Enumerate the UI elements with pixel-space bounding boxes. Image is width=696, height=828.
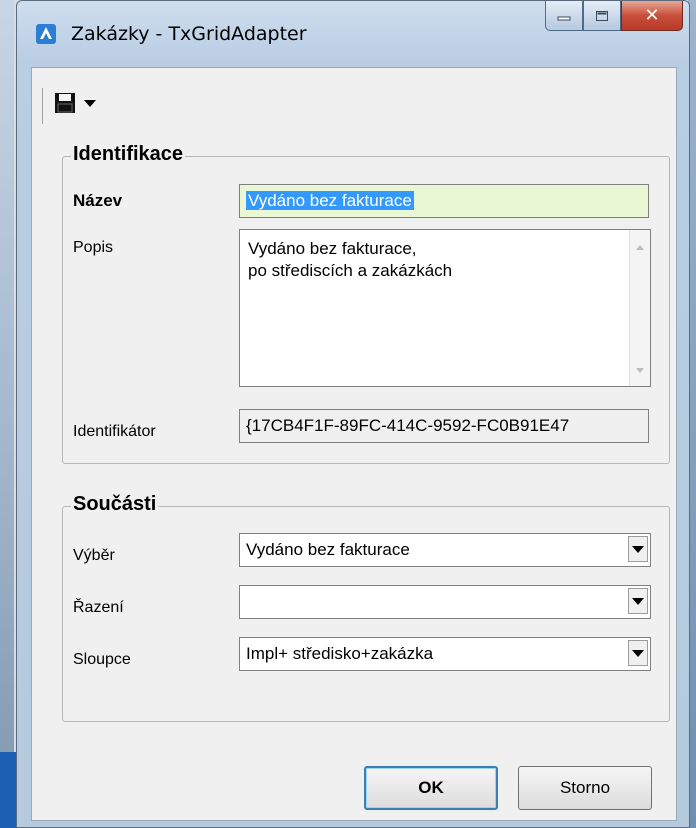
toolbar-separator [42, 88, 43, 124]
minimize-icon [557, 16, 571, 20]
close-icon: ✕ [644, 5, 660, 26]
razeni-dropdown-button[interactable] [628, 588, 648, 614]
dialog-window: Zakázky - TxGridAdapter ✕ Identifikace N… [16, 0, 690, 828]
identifikator-field[interactable]: {17CB4F1F-89FC-414C-9592-FC0B91E47 [239, 409, 649, 443]
popis-line-2: po střediscích a zakázkách [248, 261, 453, 280]
popis-scrollbar[interactable] [629, 230, 650, 386]
sloupce-select[interactable]: Impl+ středisko+zakázka [239, 637, 651, 671]
nazev-field[interactable]: Vydáno bez fakturace [239, 184, 649, 218]
minimize-button[interactable] [545, 1, 583, 31]
sloupce-value: Impl+ středisko+zakázka [246, 644, 434, 663]
razeni-select[interactable] [239, 585, 651, 619]
vyber-value: Vydáno bez fakturace [246, 540, 410, 559]
caption-buttons: ✕ [545, 1, 683, 33]
vyber-label: Výběr [73, 547, 115, 564]
chevron-down-icon [632, 649, 644, 657]
identifikace-title: Identifikace [71, 143, 186, 166]
maximize-button[interactable] [583, 1, 621, 31]
floppy-disk-icon[interactable] [54, 92, 76, 114]
cancel-button[interactable]: Storno [518, 766, 652, 810]
identifikator-value: {17CB4F1F-89FC-414C-9592-FC0B91E47 [246, 416, 570, 435]
razeni-label: Řazení [73, 599, 124, 616]
scroll-up-icon[interactable] [630, 238, 650, 258]
vyber-select[interactable]: Vydáno bez fakturace [239, 533, 651, 567]
soucasti-group: Součásti Výběr Vydáno bez fakturace Řaze… [62, 493, 670, 722]
sloupce-label: Sloupce [73, 651, 131, 668]
soucasti-title: Součásti [71, 493, 159, 516]
popis-line-1: Vydáno bez fakturace, [248, 239, 417, 258]
title-bar[interactable]: Zakázky - TxGridAdapter ✕ [17, 1, 689, 67]
ok-button[interactable]: OK [364, 766, 498, 810]
maximize-icon [596, 10, 608, 21]
dialog-client-area: Identifikace Název Vydáno bez fakturace … [31, 67, 677, 821]
sloupce-dropdown-button[interactable] [628, 640, 648, 666]
chevron-down-icon [632, 545, 644, 553]
desktop-background-left [0, 0, 14, 828]
popis-textarea[interactable]: Vydáno bez fakturace, po střediscích a z… [239, 229, 651, 387]
scroll-down-icon[interactable] [630, 360, 650, 380]
chevron-down-icon[interactable] [84, 100, 96, 107]
chevron-down-icon [632, 597, 644, 605]
nazev-value: Vydáno bez fakturace [246, 191, 414, 210]
window-title: Zakázky - TxGridAdapter [71, 23, 307, 45]
close-button[interactable]: ✕ [621, 1, 683, 31]
identifikace-group: Identifikace Název Vydáno bez fakturace … [62, 143, 670, 464]
nazev-label: Název [73, 191, 123, 210]
app-icon [36, 24, 56, 44]
popis-label: Popis [73, 239, 114, 256]
vyber-dropdown-button[interactable] [628, 536, 648, 562]
identifikator-label: Identifikátor [73, 423, 156, 440]
